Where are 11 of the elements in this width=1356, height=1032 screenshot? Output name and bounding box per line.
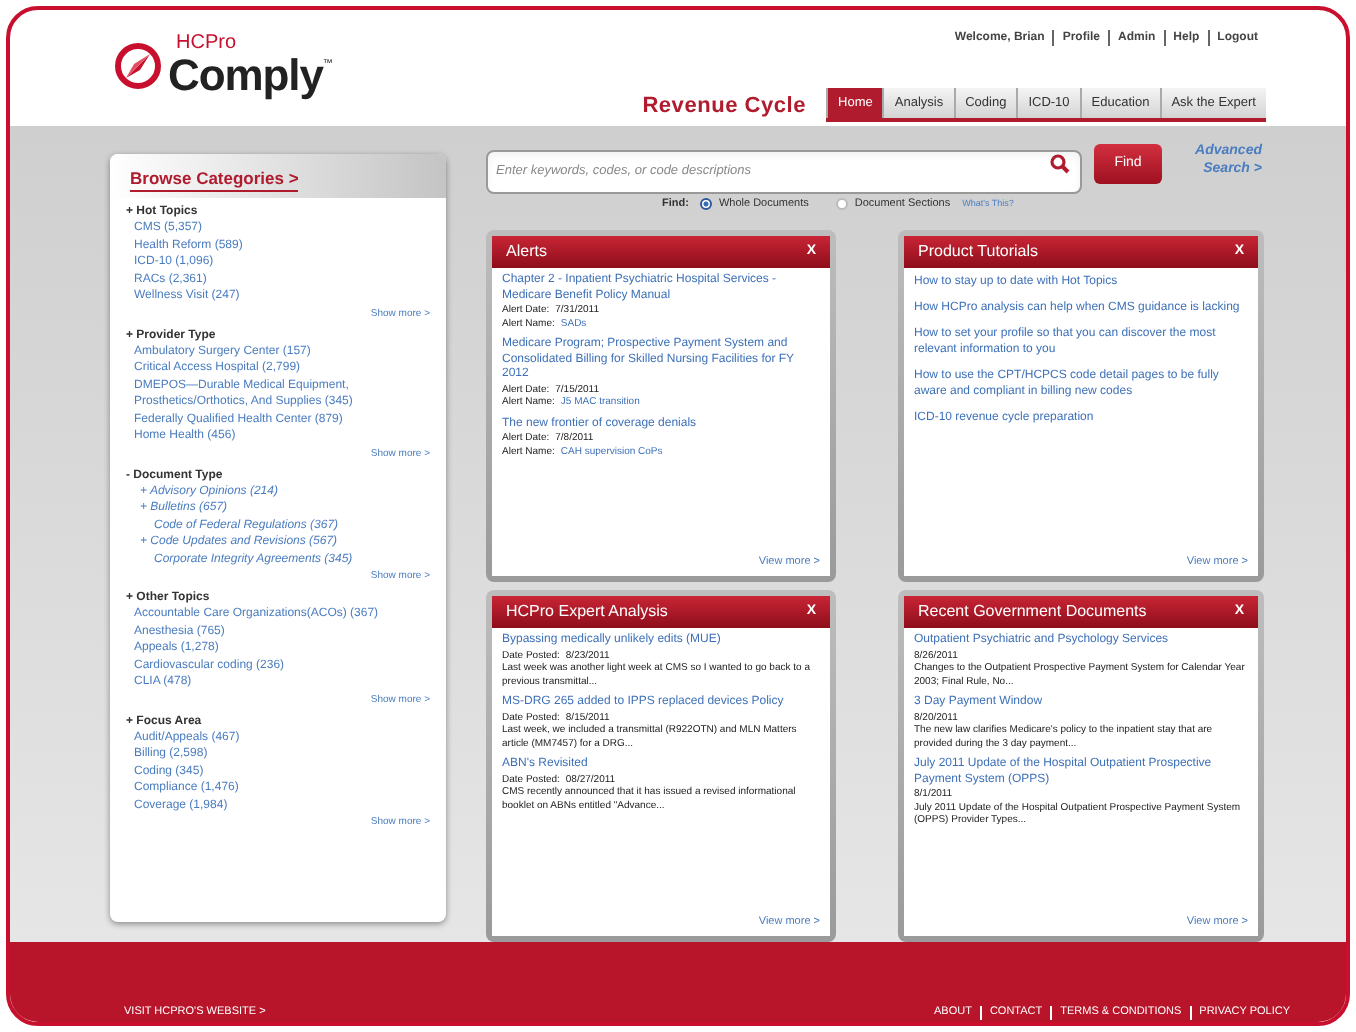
widget-title: Alerts	[506, 240, 547, 264]
widget-title: Product Tutorials	[918, 240, 1039, 264]
radio-button[interactable]	[836, 198, 849, 210]
radio-button[interactable]	[700, 198, 713, 210]
compass-logo-icon	[114, 42, 162, 90]
search-icon[interactable]	[1050, 154, 1070, 174]
widget-title: Recent Government Documents	[918, 600, 1147, 624]
logo-subtitle: HCPro	[174, 34, 239, 54]
logo-title: Comply	[168, 54, 323, 98]
widget-title: HCPro Expert Analysis	[506, 600, 668, 624]
section-title: Revenue Cycle	[642, 91, 807, 121]
